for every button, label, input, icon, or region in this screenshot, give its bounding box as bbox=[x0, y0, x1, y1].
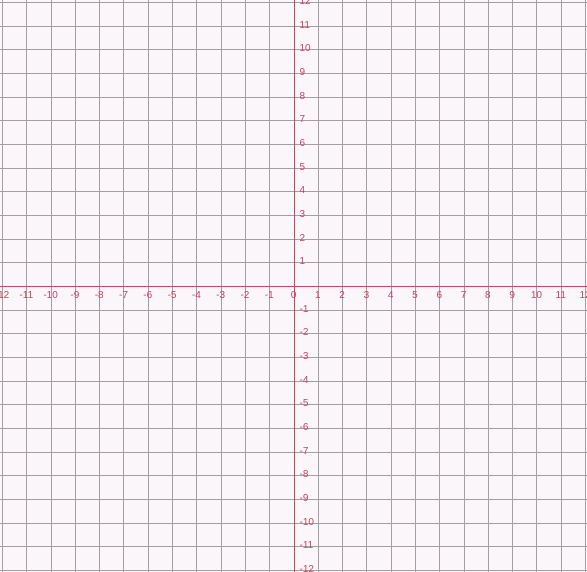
x-tick-label: -6 bbox=[143, 291, 152, 301]
x-tick-label: 9 bbox=[509, 291, 515, 301]
y-tick-label: -8 bbox=[300, 470, 309, 480]
y-tick-label: 3 bbox=[300, 210, 306, 220]
x-tick-label: -1 bbox=[265, 291, 274, 301]
y-tick-label: 9 bbox=[300, 68, 306, 78]
x-tick-label: 11 bbox=[556, 291, 566, 301]
y-tick-label: 2 bbox=[300, 234, 306, 244]
x-tick-label: -2 bbox=[240, 291, 249, 301]
x-tick-label: -7 bbox=[119, 291, 128, 301]
y-tick-label: 4 bbox=[300, 186, 306, 196]
y-tick-label: 10 bbox=[300, 44, 311, 54]
y-tick-label: -3 bbox=[300, 352, 309, 362]
x-tick-label: -4 bbox=[192, 291, 201, 301]
y-tick-label: -12 bbox=[300, 565, 314, 572]
y-tick-label: -9 bbox=[300, 494, 309, 504]
y-axis bbox=[294, 0, 295, 572]
x-tick-label: -10 bbox=[43, 291, 57, 301]
y-tick-label: -1 bbox=[300, 305, 309, 315]
coordinate-grid-plot: -12-11-10-9-8-7-6-5-4-3-2-10123456789101… bbox=[0, 0, 587, 572]
x-tick-label: -8 bbox=[95, 291, 104, 301]
y-tick-label: -10 bbox=[300, 518, 314, 528]
x-tick-label: -11 bbox=[19, 291, 33, 301]
x-tick-label: 1 bbox=[315, 291, 321, 301]
y-tick-label: 1 bbox=[300, 257, 306, 267]
y-tick-label: -6 bbox=[300, 423, 309, 433]
x-tick-label: 7 bbox=[461, 291, 467, 301]
x-tick-label: 12 bbox=[579, 291, 587, 301]
y-tick-label: -4 bbox=[300, 376, 309, 386]
y-tick-label: 7 bbox=[300, 115, 306, 125]
y-tick-label: -7 bbox=[300, 447, 309, 457]
y-tick-label: 11 bbox=[300, 21, 310, 31]
x-tick-label: 4 bbox=[388, 291, 394, 301]
x-tick-label: 3 bbox=[364, 291, 370, 301]
x-tick-label: 6 bbox=[436, 291, 442, 301]
y-tick-label: -5 bbox=[300, 399, 309, 409]
x-tick-label: 10 bbox=[531, 291, 542, 301]
x-tick-label: -9 bbox=[70, 291, 79, 301]
x-tick-label: 5 bbox=[412, 291, 418, 301]
x-tick-label: 0 bbox=[291, 291, 297, 301]
y-tick-label: 8 bbox=[300, 92, 306, 102]
y-tick-label: 5 bbox=[300, 163, 306, 173]
y-tick-label: 12 bbox=[300, 0, 311, 7]
x-tick-label: 2 bbox=[339, 291, 345, 301]
y-tick-label: -11 bbox=[300, 541, 314, 551]
y-tick-label: 6 bbox=[300, 139, 306, 149]
y-tick-label: -2 bbox=[300, 328, 309, 338]
x-tick-label: 8 bbox=[485, 291, 491, 301]
x-tick-label: -5 bbox=[168, 291, 177, 301]
x-tick-label: -3 bbox=[216, 291, 225, 301]
x-tick-label: -12 bbox=[0, 291, 9, 301]
